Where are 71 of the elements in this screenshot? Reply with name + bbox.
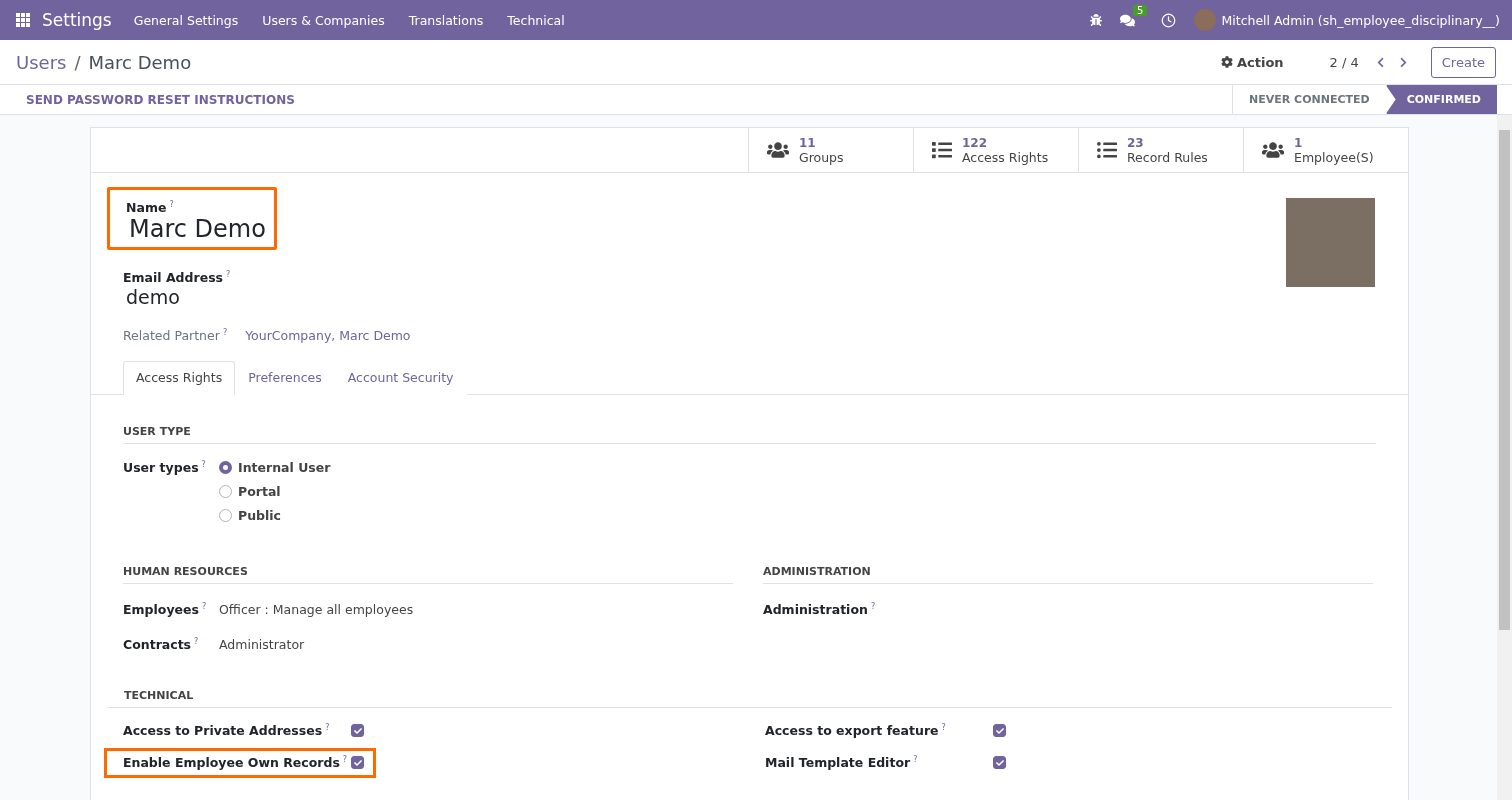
field-label: Employees — [123, 602, 199, 618]
field-label: Name — [126, 200, 167, 216]
section-heading: USER TYPE — [123, 425, 1376, 444]
radio-button[interactable] — [219, 485, 232, 498]
user-name[interactable]: Mitchell Admin (sh_employee_disciplinary__) — [1221, 12, 1500, 28]
users-icon — [767, 139, 789, 161]
checkbox[interactable] — [993, 724, 1006, 738]
help-mark[interactable]: ? — [325, 722, 330, 732]
help-mark[interactable]: ? — [941, 722, 946, 732]
help-mark[interactable]: ? — [870, 602, 876, 611]
menu-item[interactable]: Translations — [408, 12, 484, 28]
email-value[interactable]: demo — [126, 285, 1286, 308]
help-mark[interactable]: ? — [342, 754, 348, 764]
radio-label[interactable]: Internal User — [238, 460, 331, 475]
app-title[interactable]: Settings — [42, 10, 112, 30]
list-icon — [932, 140, 952, 160]
field-label: Email Address — [123, 270, 223, 286]
help-mark[interactable]: ? — [194, 637, 199, 647]
checkbox[interactable] — [351, 724, 364, 738]
scrollbar[interactable] — [1497, 115, 1512, 800]
tab[interactable]: Access Rights — [123, 361, 236, 395]
check-icon — [353, 726, 362, 735]
check-icon — [995, 726, 1004, 735]
radio-label[interactable]: Portal — [238, 484, 281, 499]
status-step[interactable]: CONFIRMED — [1385, 85, 1497, 114]
field-label: Access to export feature — [765, 723, 939, 739]
radio-button[interactable] — [219, 509, 232, 522]
clock-icon[interactable] — [1161, 12, 1177, 28]
action-button[interactable]: Action — [1215, 53, 1290, 71]
help-mark[interactable]: ? — [201, 602, 207, 611]
section-heading: ADMINISTRATION — [763, 565, 1373, 584]
message-count: 5 — [1133, 4, 1148, 16]
radio-button[interactable] — [219, 461, 232, 474]
breadcrumb-link[interactable]: Users — [16, 51, 67, 73]
field-label: Administration — [763, 602, 868, 617]
field-label: Related Partner — [123, 328, 220, 343]
menu-item[interactable]: Users & Companies — [262, 12, 385, 28]
list-icon — [1097, 140, 1117, 160]
radio-label[interactable]: Public — [238, 508, 281, 523]
section-heading: TECHNICAL — [107, 688, 1392, 708]
field-value[interactable]: Administrator — [219, 637, 305, 653]
create-button[interactable]: Create — [1430, 46, 1496, 78]
section-heading: HUMAN RESOURCES — [123, 565, 733, 584]
field-value[interactable]: Officer : Manage all employees — [219, 602, 414, 617]
bug-icon[interactable] — [1090, 14, 1103, 26]
menu-item[interactable]: General Settings — [133, 12, 239, 28]
apps-grid-icon[interactable] — [16, 13, 30, 27]
checkbox[interactable] — [351, 756, 364, 770]
check-icon — [353, 758, 362, 767]
partner-link[interactable]: YourCompany, Marc Demo — [245, 327, 411, 343]
checkbox[interactable] — [993, 756, 1006, 770]
settings-icon — [1221, 56, 1233, 68]
breadcrumb-current: Marc Demo — [88, 51, 192, 73]
users-icon — [1262, 139, 1284, 161]
field-label: User types — [123, 460, 199, 476]
pager-value: 2 / 4 — [1329, 54, 1359, 70]
breadcrumb-separator: / — [74, 51, 81, 73]
help-mark[interactable]: ? — [913, 754, 918, 764]
help-mark[interactable]: ? — [226, 270, 231, 280]
field-label: Mail Template Editor — [765, 755, 911, 771]
field-label: Contracts — [123, 637, 192, 653]
help-mark[interactable]: ? — [169, 200, 174, 209]
help-mark[interactable]: ? — [222, 327, 228, 337]
name-value[interactable]: Marc Demo — [129, 215, 266, 244]
reset-password-button[interactable]: SEND PASSWORD RESET INSTRUCTIONS — [26, 85, 295, 114]
check-icon — [995, 758, 1004, 767]
field-label: Access to Private Addresses — [123, 723, 323, 739]
menu-item[interactable]: Technical — [507, 12, 565, 28]
chat-icon[interactable] — [1120, 12, 1136, 28]
help-mark[interactable]: ? — [201, 460, 206, 469]
field-label: Enable Employee Own Records — [123, 755, 340, 771]
